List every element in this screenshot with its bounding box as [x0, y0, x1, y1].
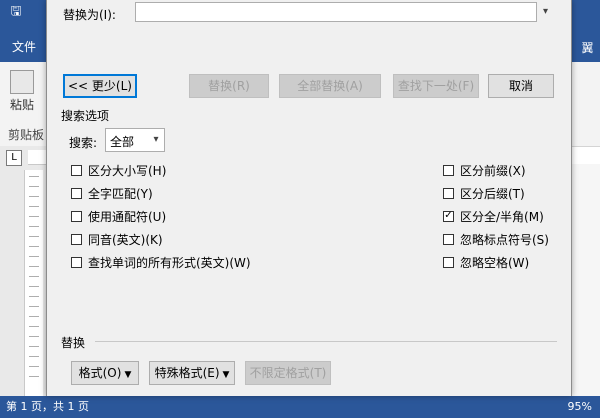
- checkbox[interactable]: [71, 164, 82, 176]
- chevron-down-icon: ▾: [542, 6, 549, 17]
- option-label: 同音(英文)(K): [88, 232, 163, 247]
- checkbox[interactable]: [71, 233, 82, 245]
- checkbox[interactable]: [71, 210, 82, 222]
- checkbox[interactable]: [443, 164, 454, 176]
- option-whole-word[interactable]: 全字匹配(Y): [71, 185, 153, 201]
- ribbon-tab-partial[interactable]: 翼: [575, 38, 600, 58]
- format-button-label: 格式(O): [78, 366, 122, 380]
- replace-section-label: 替换: [61, 336, 86, 350]
- option-label: 忽略标点符号(S): [460, 232, 549, 247]
- paste-label[interactable]: 粘贴: [10, 96, 34, 113]
- special-format-button[interactable]: 特殊格式(E) ▼: [149, 361, 235, 385]
- chevron-down-icon: ▾: [153, 134, 159, 145]
- status-bar: 第 1 页，共 1 页 95%: [0, 396, 600, 418]
- no-formatting-button[interactable]: 不限定格式(T): [245, 361, 331, 385]
- checkbox[interactable]: [443, 256, 454, 268]
- caret-down-icon: ▼: [124, 370, 132, 380]
- tab-selector[interactable]: L: [6, 150, 22, 166]
- checkbox[interactable]: [443, 187, 454, 199]
- cancel-button[interactable]: 取消: [488, 74, 554, 98]
- checkbox[interactable]: [71, 187, 82, 199]
- less-button[interactable]: << 更少(L): [63, 74, 137, 98]
- option-match-width[interactable]: ✓ 区分全/半角(M): [443, 208, 544, 224]
- checkmark-icon: ✓: [444, 210, 453, 221]
- checkbox[interactable]: [443, 233, 454, 245]
- search-direction-label: 搜索:: [69, 136, 98, 150]
- status-page[interactable]: 第 1 页，共 1 页: [6, 396, 89, 418]
- checkbox-checked[interactable]: ✓: [443, 210, 454, 222]
- option-label: 区分前缀(X): [460, 163, 526, 178]
- paste-icon[interactable]: [10, 70, 34, 94]
- checkbox[interactable]: [71, 256, 82, 268]
- search-direction-value: 全部: [110, 135, 135, 149]
- option-label: 区分全/半角(M): [460, 209, 544, 224]
- section-divider: [95, 341, 557, 342]
- option-all-word-forms[interactable]: 查找单词的所有形式(英文)(W): [71, 254, 251, 270]
- option-ignore-punctuation[interactable]: 忽略标点符号(S): [443, 231, 549, 247]
- file-tab[interactable]: 文件: [12, 38, 36, 55]
- replace-button[interactable]: 替换(R): [189, 74, 269, 98]
- option-sounds-like[interactable]: 同音(英文)(K): [71, 231, 163, 247]
- search-options-label: 搜索选项: [61, 109, 110, 123]
- clipboard-group-label: 剪贴板: [8, 128, 45, 142]
- caret-down-icon: ▼: [222, 370, 230, 380]
- search-direction-select[interactable]: 全部 ▾: [105, 128, 165, 152]
- option-match-case[interactable]: 区分大小写(H): [71, 162, 166, 178]
- option-label: 区分后缀(T): [460, 186, 525, 201]
- find-replace-dialog: 替换为(I): ▾ << 更少(L) 替换(R) 全部替换(A) 查找下一处(F…: [46, 0, 572, 396]
- save-icon[interactable]: 🖫: [8, 4, 24, 20]
- vertical-ruler: [24, 170, 43, 396]
- special-format-button-label: 特殊格式(E): [154, 366, 220, 380]
- option-label: 忽略空格(W): [460, 255, 530, 270]
- option-label: 区分大小写(H): [88, 163, 167, 178]
- option-match-prefix[interactable]: 区分前缀(X): [443, 162, 526, 178]
- find-next-button[interactable]: 查找下一处(F): [393, 74, 479, 98]
- option-label: 使用通配符(U): [88, 209, 167, 224]
- replace-with-input[interactable]: [135, 2, 553, 22]
- ruler-marks: [29, 176, 39, 386]
- option-wildcards[interactable]: 使用通配符(U): [71, 208, 166, 224]
- status-zoom[interactable]: 95%: [568, 396, 592, 418]
- replace-all-button[interactable]: 全部替换(A): [279, 74, 381, 98]
- option-label: 查找单词的所有形式(英文)(W): [88, 255, 251, 270]
- format-button[interactable]: 格式(O) ▼: [71, 361, 139, 385]
- replace-history-dropdown[interactable]: ▾: [536, 2, 554, 22]
- replace-with-label: 替换为(I):: [63, 8, 116, 22]
- option-label: 全字匹配(Y): [88, 186, 153, 201]
- option-ignore-whitespace[interactable]: 忽略空格(W): [443, 254, 529, 270]
- option-match-suffix[interactable]: 区分后缀(T): [443, 185, 525, 201]
